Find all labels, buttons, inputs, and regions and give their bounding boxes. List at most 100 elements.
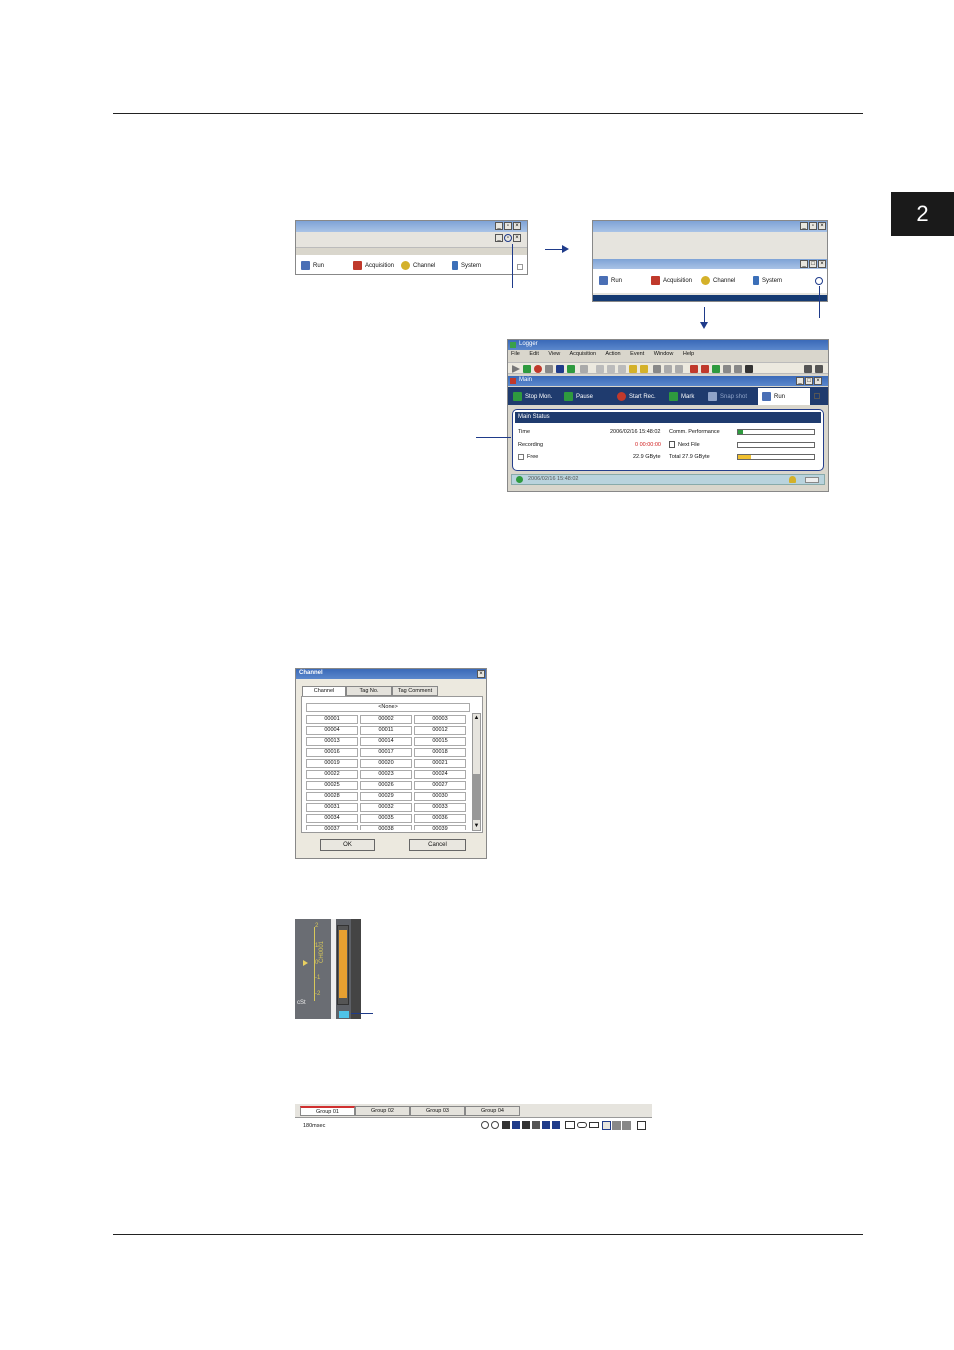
channel-cell[interactable]: 00025 xyxy=(306,781,358,790)
stop-icon[interactable] xyxy=(556,365,564,373)
channel-cell[interactable]: 00001 xyxy=(306,715,358,724)
menu-action[interactable]: Action xyxy=(605,351,620,357)
split2-icon[interactable] xyxy=(612,1121,621,1130)
vertical-scrollbar[interactable]: ▲ ▼ xyxy=(472,713,481,831)
channel-cell[interactable]: 00031 xyxy=(306,803,358,812)
channel-cell[interactable]: 00003 xyxy=(414,715,466,724)
channel-cell[interactable]: 00012 xyxy=(414,726,466,735)
window-tool2-icon[interactable] xyxy=(664,365,672,373)
chart2-icon[interactable] xyxy=(815,365,823,373)
channel-cell[interactable]: 00027 xyxy=(414,781,466,790)
play-icon[interactable] xyxy=(512,365,520,373)
grid-icon[interactable] xyxy=(723,365,731,373)
bar-footer-icon[interactable] xyxy=(339,1011,349,1018)
layout-icon[interactable] xyxy=(565,1121,575,1129)
zoom-in-icon[interactable] xyxy=(481,1121,489,1129)
free-checkbox[interactable] xyxy=(518,454,524,460)
cancel-button[interactable]: Cancel xyxy=(409,839,466,851)
channel-cell[interactable]: 00022 xyxy=(306,770,358,779)
scroll-up-arrow[interactable]: ▲ xyxy=(473,714,480,722)
mark-icon[interactable] xyxy=(567,365,575,373)
main-close-button[interactable]: × xyxy=(814,377,822,385)
channel-tool-icon[interactable] xyxy=(629,365,637,373)
channel-cell[interactable]: 00021 xyxy=(414,759,466,768)
paste-icon[interactable] xyxy=(618,365,626,373)
bar-tool3-icon[interactable] xyxy=(522,1121,530,1129)
channel-cell[interactable]: 00016 xyxy=(306,748,358,757)
channel-cell[interactable]: 00032 xyxy=(360,803,412,812)
search-icon[interactable] xyxy=(712,365,720,373)
channel-cell[interactable]: 00030 xyxy=(414,792,466,801)
restore-button[interactable]: ▫ xyxy=(504,222,512,230)
menu-edit[interactable]: Edit xyxy=(529,351,538,357)
channel-cell[interactable]: 00039 xyxy=(414,825,466,830)
channel-cell[interactable]: 00020 xyxy=(360,759,412,768)
copy-icon[interactable] xyxy=(607,365,615,373)
tab-group-04[interactable]: Group 04 xyxy=(465,1106,520,1116)
channel-cell[interactable]: 00028 xyxy=(306,792,358,801)
stop-mon-button[interactable]: Stop Mon. xyxy=(513,392,552,401)
zoom-out-icon[interactable] xyxy=(491,1121,499,1129)
channel-tool2-icon[interactable] xyxy=(640,365,648,373)
channel-cell[interactable]: 00037 xyxy=(306,825,358,830)
channel-cell[interactable]: 00018 xyxy=(414,748,466,757)
pin-icon[interactable] xyxy=(517,264,523,270)
channel-cell[interactable]: 00029 xyxy=(360,792,412,801)
main-minimize-button[interactable]: _ xyxy=(796,377,804,385)
delete-icon[interactable] xyxy=(701,365,709,373)
close-button[interactable]: × xyxy=(513,222,521,230)
split3-icon[interactable] xyxy=(622,1121,631,1130)
menu-view[interactable]: View xyxy=(548,351,560,357)
scroll-thumb[interactable] xyxy=(473,774,480,820)
align-icon[interactable] xyxy=(637,1121,646,1130)
ok-button[interactable]: OK xyxy=(320,839,375,851)
close-button[interactable]: × xyxy=(818,222,826,230)
child-close-button[interactable]: × xyxy=(513,234,521,242)
mark-button[interactable]: Mark xyxy=(669,392,694,401)
toolbar-system[interactable]: System xyxy=(452,261,481,270)
bar-tool6-icon[interactable] xyxy=(552,1121,560,1129)
record-icon[interactable] xyxy=(534,365,542,373)
split-icon[interactable] xyxy=(602,1121,611,1130)
toolbar-channel[interactable]: Channel xyxy=(701,276,735,285)
layout3-icon[interactable] xyxy=(589,1122,599,1128)
toolbar-system[interactable]: System xyxy=(753,276,782,285)
menu-file[interactable]: File xyxy=(511,351,520,357)
snapshot-button[interactable]: Snap shot xyxy=(708,392,747,401)
channel-cell[interactable]: 00026 xyxy=(360,781,412,790)
channel-cell[interactable]: 00015 xyxy=(414,737,466,746)
pause-button[interactable]: Pause xyxy=(564,392,593,401)
grid2-icon[interactable] xyxy=(734,365,742,373)
main-maximize-button[interactable]: □ xyxy=(805,377,813,385)
bar-tool2-icon[interactable] xyxy=(512,1121,520,1129)
pin-icon[interactable] xyxy=(814,393,820,399)
menu-acquisition[interactable]: Acquisition xyxy=(569,351,596,357)
menu-event[interactable]: Event xyxy=(630,351,644,357)
channel-cell[interactable]: 00004 xyxy=(306,726,358,735)
export-icon[interactable] xyxy=(745,365,753,373)
start-rec-button[interactable]: Start Rec. xyxy=(617,392,656,401)
none-row[interactable]: <None> xyxy=(306,703,470,712)
channel-cell[interactable]: 00035 xyxy=(360,814,412,823)
channel-cell[interactable]: 00002 xyxy=(360,715,412,724)
toolbar-acquisition[interactable]: Acquisition xyxy=(651,276,692,285)
toolbar-acquisition[interactable]: Acquisition xyxy=(353,261,394,270)
minimize-button[interactable]: _ xyxy=(800,222,808,230)
toolbar-run[interactable]: Run xyxy=(599,276,622,285)
channel-cell[interactable]: 00017 xyxy=(360,748,412,757)
minimize-button[interactable]: _ xyxy=(495,222,503,230)
tab-channel[interactable]: Channel xyxy=(302,686,346,696)
child-close-button[interactable]: × xyxy=(818,260,826,268)
monitor-icon[interactable] xyxy=(523,365,531,373)
layout2-icon[interactable] xyxy=(577,1122,587,1128)
window-tool-icon[interactable] xyxy=(653,365,661,373)
channel-cell[interactable]: 00019 xyxy=(306,759,358,768)
run-button[interactable]: Run xyxy=(762,392,785,401)
tab-tag-comment[interactable]: Tag Comment xyxy=(392,686,438,696)
channel-cell[interactable]: 00033 xyxy=(414,803,466,812)
toolbar-run[interactable]: Run xyxy=(301,261,324,270)
scroll-down-arrow[interactable]: ▼ xyxy=(473,822,480,830)
bar-tool4-icon[interactable] xyxy=(532,1121,540,1129)
toolbar-channel[interactable]: Channel xyxy=(401,261,435,270)
tab-group-03[interactable]: Group 03 xyxy=(410,1106,465,1116)
